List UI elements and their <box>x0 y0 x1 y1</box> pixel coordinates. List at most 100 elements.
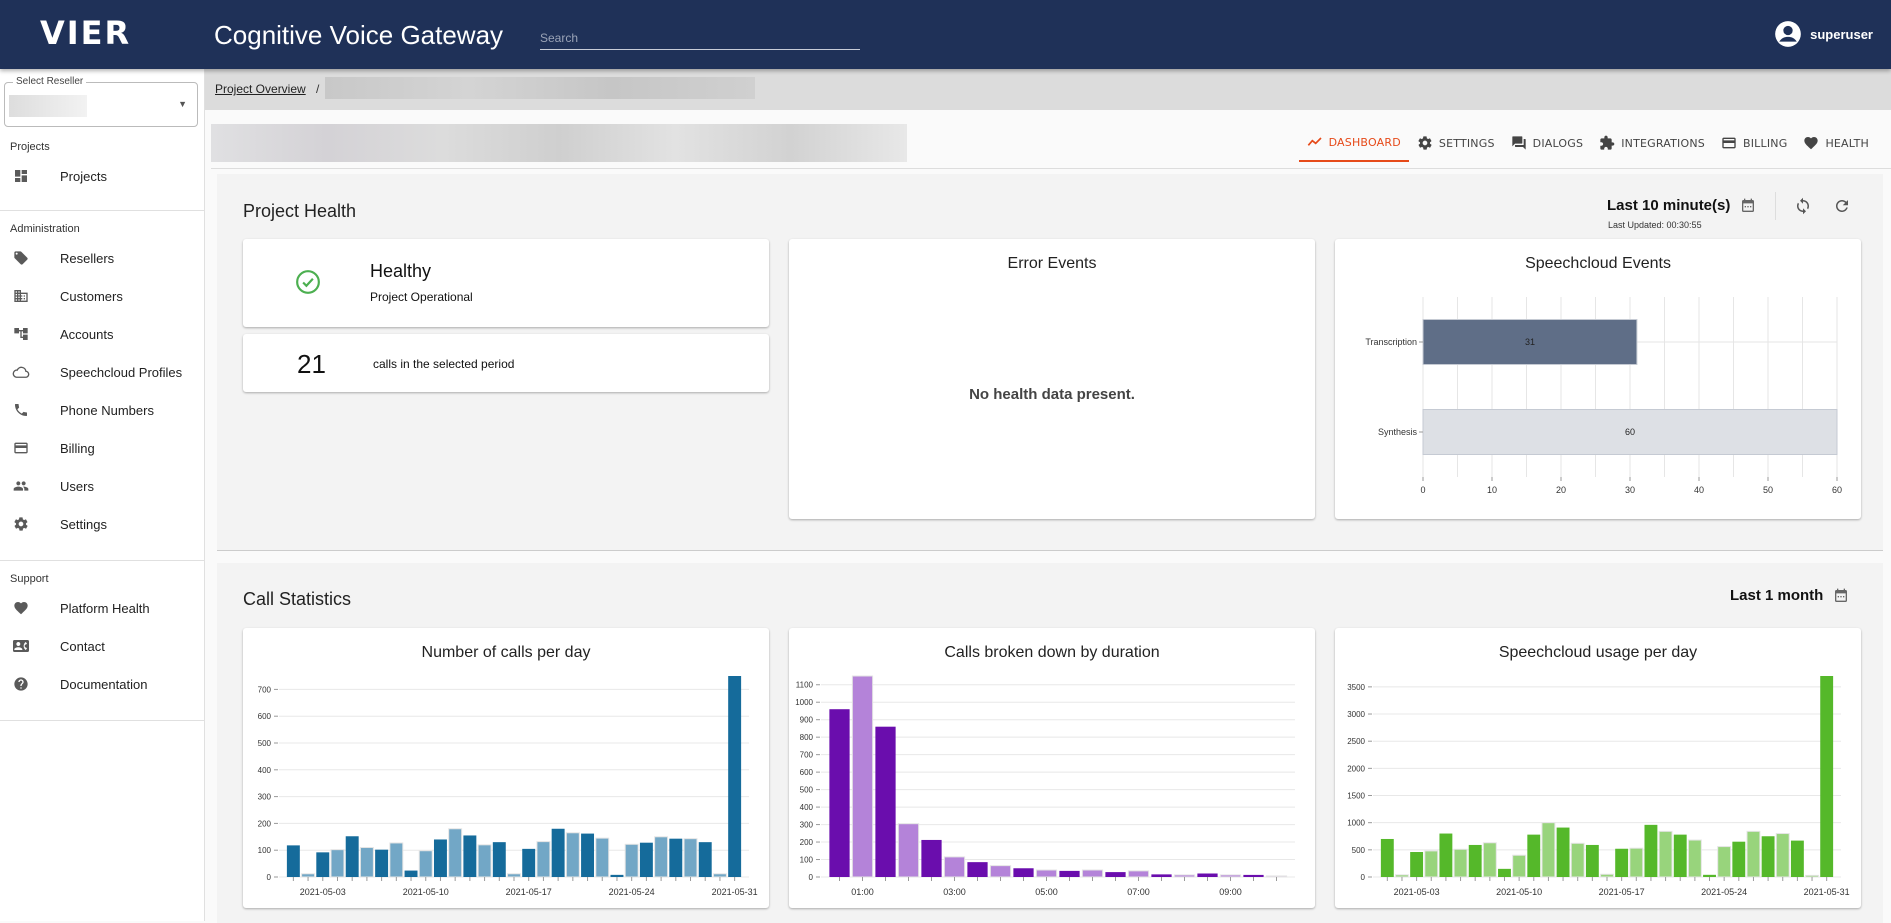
search-input[interactable] <box>540 26 860 50</box>
user-menu[interactable]: superuser <box>1774 20 1873 48</box>
speechcloud-events-title: Speechcloud Events <box>1525 255 1671 272</box>
refresh-icon <box>1836 200 1848 212</box>
bar <box>1395 874 1409 878</box>
health-status-subtitle: Project Operational <box>370 290 473 304</box>
bar <box>1732 841 1746 877</box>
app-title: Cognitive Voice Gateway <box>214 20 504 50</box>
tab-label: DIALOGS <box>1532 136 1584 150</box>
auto-refresh-button[interactable] <box>1794 197 1814 217</box>
reseller-select[interactable]: Select Reseller ▼ <box>4 76 198 127</box>
call-count: 21 <box>297 349 326 379</box>
bar <box>989 865 1012 878</box>
project-health-panel: Project Health Last 10 minute(s) Last Up… <box>217 174 1883 551</box>
x-tick-label: 2021-05-31 <box>1804 887 1850 897</box>
y-tick-label: 300 <box>800 821 814 830</box>
bar <box>851 675 874 878</box>
y-tick-label: 500 <box>258 739 272 748</box>
y-tick-label: 700 <box>258 685 272 694</box>
bar <box>639 842 653 877</box>
reseller-value-redacted <box>9 95 87 117</box>
trending-icon <box>1307 137 1322 146</box>
sidebar-item-accounts[interactable]: Accounts <box>0 315 205 353</box>
tab-dialogs[interactable]: DIALOGS <box>1503 124 1592 162</box>
bar <box>477 844 492 878</box>
bar <box>967 862 988 877</box>
bar <box>1127 870 1150 878</box>
sidebar-item-projects[interactable]: Projects <box>0 157 205 195</box>
tab-health[interactable]: HEALTH <box>1795 124 1877 162</box>
nav-section-support: Support Platform Health Contact Document… <box>0 569 205 703</box>
calls-by-duration-card: Calls broken down by duration 0 100 200 300… <box>789 628 1315 908</box>
separator <box>1775 192 1776 220</box>
bar <box>1197 873 1218 877</box>
call-statistics-title: Call Statistics <box>243 589 352 609</box>
bar <box>897 823 920 878</box>
sidebar-item-users[interactable]: Users <box>0 467 205 505</box>
bar <box>418 850 433 878</box>
x-tick-label: 40 <box>1694 485 1704 495</box>
people-icon <box>12 477 30 495</box>
x-tick-label: 09:00 <box>1219 887 1242 897</box>
health-time-range[interactable]: Last 10 minute(s) <box>1607 197 1756 214</box>
call-count-card: 21 calls in the selected period <box>243 334 769 392</box>
bar <box>943 856 966 878</box>
x-tick-label: 2021-05-31 <box>712 887 758 897</box>
speechcloud-usage-chart: 0 500 1000 1500 2000 2500 3000 3500 2021-05-03 20… <box>1347 676 1850 897</box>
x-tick-label: 20 <box>1556 485 1566 495</box>
breadcrumb-current-redacted <box>325 77 755 99</box>
tab-dashboard[interactable]: DASHBOARD <box>1298 124 1409 162</box>
y-tick-label: 200 <box>800 838 814 847</box>
x-tick-label: 2021-05-24 <box>1701 887 1747 897</box>
vier-logo[interactable]: VIER <box>40 14 131 52</box>
nav-heading: Projects <box>10 141 50 153</box>
account-tree-icon <box>12 325 30 343</box>
sidebar-item-contact[interactable]: Contact <box>0 627 205 665</box>
sidebar-item-customers[interactable]: Customers <box>0 277 205 315</box>
y-tick-label: Transcription <box>1365 337 1417 347</box>
breadcrumb-project-overview[interactable]: Project Overview <box>215 82 306 96</box>
bar <box>1673 834 1687 877</box>
calendar-icon <box>1835 588 1848 602</box>
bar <box>581 833 595 877</box>
sidebar-item-billing[interactable]: Billing <box>0 429 205 467</box>
bar <box>359 847 374 878</box>
y-tick-label: 1000 <box>1347 819 1365 828</box>
x-tick-label: 07:00 <box>1127 887 1150 897</box>
bar <box>1059 870 1080 877</box>
error-events-empty-message: No health data present. <box>969 386 1135 403</box>
nav-section-projects: Projects Projects <box>0 137 205 195</box>
tab-billing[interactable]: BILLING <box>1713 124 1795 162</box>
bar <box>654 836 669 878</box>
bar <box>669 838 683 877</box>
heart-icon <box>12 599 30 617</box>
bar <box>1761 836 1775 877</box>
bar <box>1746 830 1761 878</box>
tab-integrations[interactable]: INTEGRATIONS <box>1591 124 1713 162</box>
bar <box>1219 874 1242 878</box>
refresh-button[interactable] <box>1833 197 1853 217</box>
sidebar: Select Reseller ▼ Projects Projects Admi… <box>0 69 205 921</box>
speechcloud-events-card: Speechcloud Events 0 10 20 30 40 50 60 31 Transc… <box>1335 239 1861 519</box>
y-tick-label: 900 <box>800 716 814 725</box>
x-tick-label: 10 <box>1487 485 1497 495</box>
y-tick-label: 100 <box>258 846 272 855</box>
sidebar-item-settings[interactable]: Settings <box>0 505 205 543</box>
y-tick-label: 3500 <box>1347 683 1365 692</box>
divider <box>0 720 205 721</box>
calls-by-duration-chart: 0 100 200 300 400 500 600 700 800 900 1000 1100 01:0… <box>795 675 1295 897</box>
tab-label: BILLING <box>1742 136 1788 150</box>
sync-icon <box>1797 197 1809 215</box>
sidebar-item-documentation[interactable]: Documentation <box>0 665 205 703</box>
sidebar-item-resellers[interactable]: Resellers <box>0 239 205 277</box>
y-tick-label: 100 <box>800 856 814 865</box>
x-tick-label: 0 <box>1420 485 1425 495</box>
sidebar-item-phone-numbers[interactable]: Phone Numbers <box>0 391 205 429</box>
tab-settings[interactable]: SETTINGS <box>1409 124 1503 162</box>
sidebar-item-speechcloud-profiles[interactable]: Speechcloud Profiles <box>0 353 205 391</box>
bar <box>1820 676 1834 877</box>
bar <box>565 832 580 878</box>
stats-time-range[interactable]: Last 1 month <box>1730 587 1849 604</box>
dashboard-icon <box>12 167 30 185</box>
bar <box>345 836 359 877</box>
sidebar-item-platform-health[interactable]: Platform Health <box>0 589 205 627</box>
